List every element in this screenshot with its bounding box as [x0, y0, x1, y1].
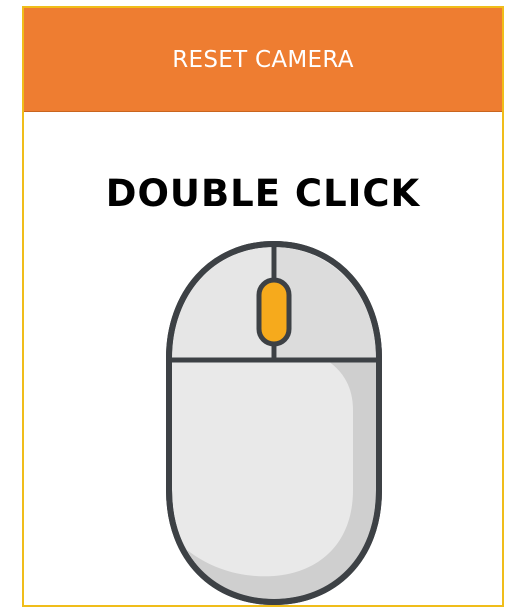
instruction-label: DOUBLE CLICK [105, 172, 421, 215]
help-card: RESET CAMERA DOUBLE CLICK [22, 6, 504, 607]
scroll-wheel [256, 277, 292, 347]
left-mouse-button [172, 247, 271, 358]
header-title: RESET CAMERA [172, 46, 354, 73]
right-mouse-button [277, 247, 376, 358]
mouse-icon [166, 240, 382, 605]
card-header: RESET CAMERA [24, 8, 502, 112]
